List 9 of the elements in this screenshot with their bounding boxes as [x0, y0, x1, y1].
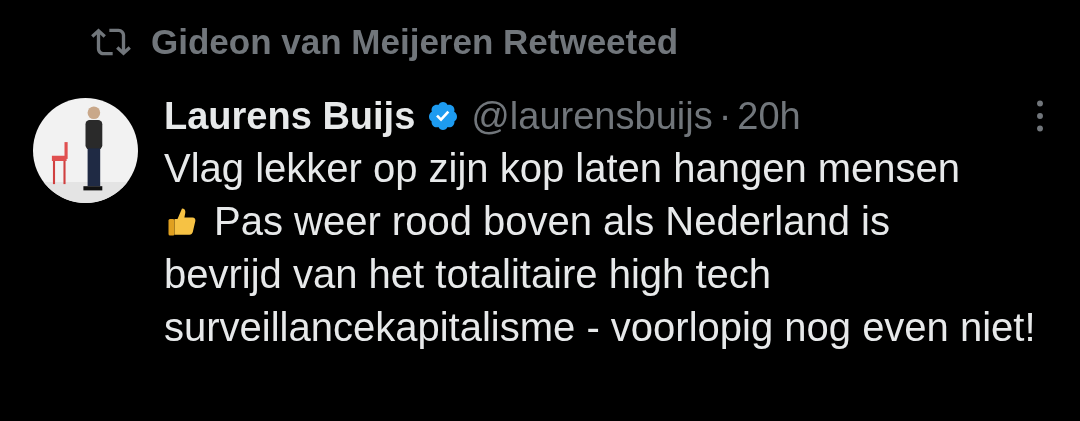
author-handle[interactable]: @laurensbuijs: [471, 94, 713, 138]
author-name[interactable]: Laurens Buijs: [164, 94, 416, 138]
tweet-text: Pas weer rood boven als Nederland is: [214, 198, 890, 245]
separator-dot: ·: [718, 94, 732, 138]
tweet-text: Vlag lekker op zijn kop laten hangen mensen: [164, 145, 962, 192]
timestamp[interactable]: 20h: [737, 94, 801, 138]
retweet-label: Gideon van Meijeren Retweeted: [151, 22, 679, 62]
tweet-text: bevrijd van het totalitaire high tech surveillancekapitalisme - voorlopig nog even niet!: [164, 251, 1037, 351]
more-options-icon[interactable]: [1036, 99, 1044, 133]
